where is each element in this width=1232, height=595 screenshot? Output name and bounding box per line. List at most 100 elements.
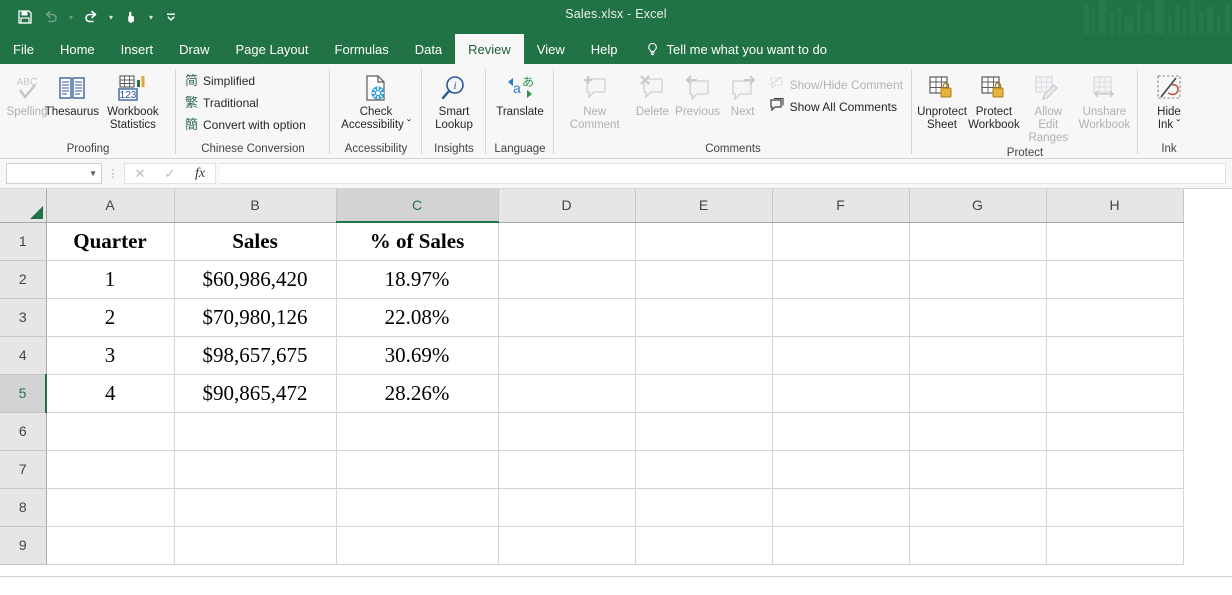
unprotect-sheet-button[interactable]: Unprotect Sheet — [917, 68, 967, 132]
tab-file[interactable]: File — [0, 34, 47, 64]
row-header-1[interactable]: 1 — [0, 222, 47, 261]
cell-a7[interactable] — [46, 450, 175, 489]
cell-c1[interactable]: % of Sales — [336, 222, 499, 261]
cell-g4[interactable] — [909, 336, 1047, 375]
cell-f4[interactable] — [772, 336, 910, 375]
cell-f3[interactable] — [772, 298, 910, 337]
cell-e7[interactable] — [635, 450, 773, 489]
cell-a3[interactable]: 2 — [46, 298, 175, 337]
cell-b5[interactable]: $90,865,472 — [174, 374, 337, 413]
spelling-button[interactable]: ABC Spelling — [5, 68, 49, 119]
cell-d1[interactable] — [498, 222, 636, 261]
cell-e5[interactable] — [635, 374, 773, 413]
new-comment-button[interactable]: New Comment — [559, 68, 630, 132]
cell-f2[interactable] — [772, 260, 910, 299]
cell-a5[interactable]: 4 — [46, 374, 175, 413]
row-header-4[interactable]: 4 — [0, 336, 47, 375]
cell-g7[interactable] — [909, 450, 1047, 489]
cell-e3[interactable] — [635, 298, 773, 337]
hide-ink-button[interactable]: Hide Ink ˇ — [1143, 68, 1195, 132]
protect-workbook-button[interactable]: Protect Workbook — [967, 68, 1021, 132]
workbook-statistics-button[interactable]: 123 Workbook Statistics — [95, 68, 171, 132]
tab-help[interactable]: Help — [578, 34, 631, 64]
cell-f8[interactable] — [772, 488, 910, 527]
convert-with-option-button[interactable]: 簡 Convert with option — [181, 114, 310, 136]
cell-c8[interactable] — [336, 488, 499, 527]
cell-d8[interactable] — [498, 488, 636, 527]
column-header-e[interactable]: E — [635, 189, 773, 223]
cell-f5[interactable] — [772, 374, 910, 413]
row-header-2[interactable]: 2 — [0, 260, 47, 299]
formula-bar-grip[interactable]: ⋮ — [102, 167, 124, 180]
cell-e8[interactable] — [635, 488, 773, 527]
cell-g2[interactable] — [909, 260, 1047, 299]
cell-d5[interactable] — [498, 374, 636, 413]
cell-c2[interactable]: 18.97% — [336, 260, 499, 299]
cell-h9[interactable] — [1046, 526, 1184, 565]
tab-page-layout[interactable]: Page Layout — [223, 34, 322, 64]
cell-g5[interactable] — [909, 374, 1047, 413]
cell-a8[interactable] — [46, 488, 175, 527]
cell-e2[interactable] — [635, 260, 773, 299]
cell-f6[interactable] — [772, 412, 910, 451]
cell-b7[interactable] — [174, 450, 337, 489]
tab-view[interactable]: View — [524, 34, 578, 64]
row-header-6[interactable]: 6 — [0, 412, 47, 451]
cell-g6[interactable] — [909, 412, 1047, 451]
row-header-7[interactable]: 7 — [0, 450, 47, 489]
column-header-b[interactable]: B — [174, 189, 337, 223]
cell-g3[interactable] — [909, 298, 1047, 337]
row-header-5[interactable]: 5 — [0, 374, 47, 413]
tell-me-search[interactable]: Tell me what you want to do — [631, 34, 827, 64]
column-header-h[interactable]: H — [1046, 189, 1184, 223]
name-box-dropdown-icon[interactable]: ▼ — [89, 169, 97, 178]
formula-input[interactable] — [220, 163, 1226, 184]
traditional-button[interactable]: 繁 Traditional — [181, 92, 310, 114]
cell-h6[interactable] — [1046, 412, 1184, 451]
tab-review[interactable]: Review — [455, 34, 524, 64]
column-header-d[interactable]: D — [498, 189, 636, 223]
cell-f7[interactable] — [772, 450, 910, 489]
cell-c5[interactable]: 28.26% — [336, 374, 499, 413]
cell-b2[interactable]: $60,986,420 — [174, 260, 337, 299]
cell-b1[interactable]: Sales — [174, 222, 337, 261]
cell-h8[interactable] — [1046, 488, 1184, 527]
cell-e6[interactable] — [635, 412, 773, 451]
smart-lookup-button[interactable]: i Smart Lookup — [427, 68, 481, 132]
cell-d3[interactable] — [498, 298, 636, 337]
cell-e9[interactable] — [635, 526, 773, 565]
cell-h7[interactable] — [1046, 450, 1184, 489]
next-comment-button[interactable]: Next — [721, 68, 765, 119]
cell-d6[interactable] — [498, 412, 636, 451]
tab-draw[interactable]: Draw — [166, 34, 222, 64]
cell-f9[interactable] — [772, 526, 910, 565]
cell-a4[interactable]: 3 — [46, 336, 175, 375]
cell-h5[interactable] — [1046, 374, 1184, 413]
name-box[interactable]: ▼ — [6, 163, 102, 184]
cell-b6[interactable] — [174, 412, 337, 451]
simplified-button[interactable]: 简 Simplified — [181, 70, 310, 92]
row-header-3[interactable]: 3 — [0, 298, 47, 337]
allow-edit-ranges-button[interactable]: Allow Edit Ranges — [1021, 68, 1076, 145]
column-header-f[interactable]: F — [772, 189, 910, 223]
cell-d4[interactable] — [498, 336, 636, 375]
cell-b4[interactable]: $98,657,675 — [174, 336, 337, 375]
show-hide-comment-button[interactable]: Show/Hide Comment — [765, 74, 907, 96]
cell-a1[interactable]: Quarter — [46, 222, 175, 261]
cancel-x-icon[interactable]: ✕ — [125, 164, 155, 183]
cell-e1[interactable] — [635, 222, 773, 261]
delete-comment-button[interactable]: Delete — [630, 68, 674, 119]
cell-h1[interactable] — [1046, 222, 1184, 261]
cell-d2[interactable] — [498, 260, 636, 299]
row-header-9[interactable]: 9 — [0, 526, 47, 565]
cell-b9[interactable] — [174, 526, 337, 565]
cell-b8[interactable] — [174, 488, 337, 527]
unshare-workbook-button[interactable]: Unshare Workbook — [1076, 68, 1133, 132]
cell-a9[interactable] — [46, 526, 175, 565]
cell-c7[interactable] — [336, 450, 499, 489]
cell-g8[interactable] — [909, 488, 1047, 527]
translate-button[interactable]: aあ Translate — [491, 68, 549, 119]
cell-c6[interactable] — [336, 412, 499, 451]
column-header-a[interactable]: A — [46, 189, 175, 223]
cell-a6[interactable] — [46, 412, 175, 451]
